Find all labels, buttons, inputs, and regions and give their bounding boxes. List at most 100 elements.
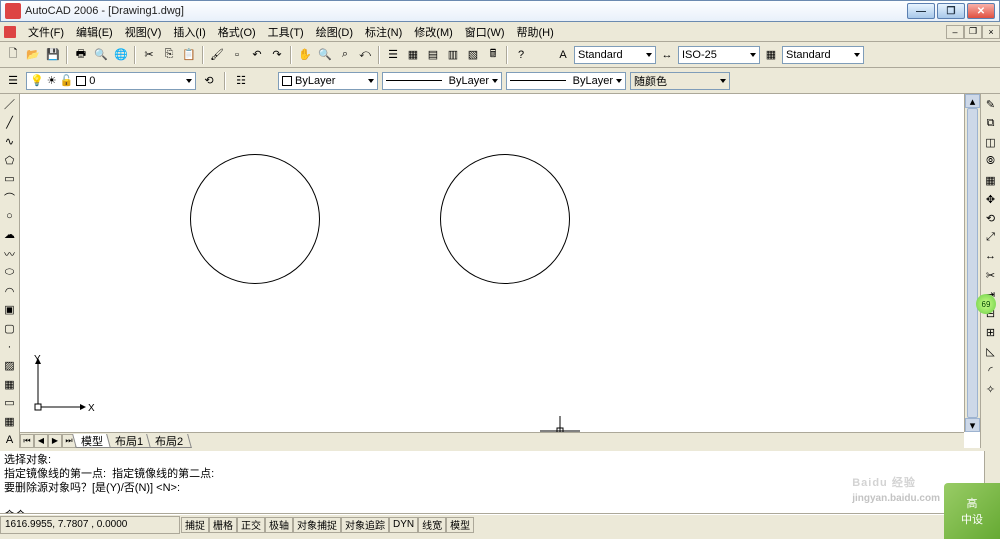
trim-icon[interactable]: ✂ bbox=[983, 267, 999, 283]
move-icon[interactable]: ✥ bbox=[983, 191, 999, 207]
copy-icon[interactable]: ⎘ bbox=[160, 46, 178, 64]
layer-prev-icon[interactable]: ⟲ bbox=[200, 72, 218, 90]
toggle-dyn[interactable]: DYN bbox=[389, 517, 418, 533]
array-icon[interactable]: ▦ bbox=[983, 172, 999, 188]
menu-view[interactable]: 视图(V) bbox=[119, 22, 168, 42]
explode-icon[interactable]: ✧ bbox=[983, 381, 999, 397]
scroll-thumb[interactable] bbox=[967, 108, 978, 418]
toggle-model[interactable]: 模型 bbox=[446, 517, 474, 533]
tab-prev-icon[interactable]: ◀ bbox=[34, 434, 48, 448]
scale-icon[interactable]: ⤢ bbox=[983, 229, 999, 245]
zoom-realtime-icon[interactable]: 🔍 bbox=[316, 46, 334, 64]
erase-icon[interactable]: ✎ bbox=[983, 96, 999, 112]
menu-tools[interactable]: 工具(T) bbox=[262, 22, 310, 42]
table-style-dropdown[interactable]: Standard bbox=[782, 46, 864, 64]
tool-palette-icon[interactable]: ▤ bbox=[424, 46, 442, 64]
tab-layout1[interactable]: 布局1 bbox=[106, 434, 152, 448]
rotate-icon[interactable]: ⟲ bbox=[983, 210, 999, 226]
plotstyle-dropdown[interactable]: 随颜色 bbox=[630, 72, 730, 90]
calc-icon[interactable]: 🖩 bbox=[484, 46, 502, 64]
rectangle-icon[interactable]: ▭ bbox=[2, 171, 18, 187]
print-icon[interactable]: 🖶 bbox=[72, 46, 90, 64]
toggle-ortho[interactable]: 正交 bbox=[237, 517, 265, 533]
preview-icon[interactable]: 🔍 bbox=[92, 46, 110, 64]
dim-style-icon[interactable]: ↔ bbox=[658, 46, 676, 64]
block-icon[interactable]: ▫ bbox=[228, 46, 246, 64]
make-block-icon[interactable]: ▢ bbox=[2, 321, 18, 337]
layer-dropdown[interactable]: 💡 ☀ 🔓 0 bbox=[26, 72, 196, 90]
help-icon[interactable]: ? bbox=[512, 46, 530, 64]
command-window[interactable]: 选择对象: 指定镜像线的第一点: 指定镜像线的第二点: 要删除源对象吗？[是(Y… bbox=[0, 448, 1000, 514]
markup-icon[interactable]: ▧ bbox=[464, 46, 482, 64]
menu-dimension[interactable]: 标注(N) bbox=[359, 22, 408, 42]
region-icon[interactable]: ▭ bbox=[2, 395, 18, 411]
new-icon[interactable]: 🗋 bbox=[4, 46, 22, 64]
scroll-down-icon[interactable]: ▾ bbox=[965, 418, 980, 432]
tab-first-icon[interactable]: ⏮ bbox=[20, 434, 34, 448]
redo-icon[interactable]: ↷ bbox=[268, 46, 286, 64]
open-icon[interactable]: 📂 bbox=[24, 46, 42, 64]
menu-insert[interactable]: 插入(I) bbox=[167, 22, 211, 42]
xline-icon[interactable]: ╱ bbox=[2, 115, 18, 131]
mdi-minimize[interactable]: – bbox=[946, 25, 964, 39]
design-center-icon[interactable]: ▦ bbox=[404, 46, 422, 64]
mdi-restore[interactable]: ❐ bbox=[964, 25, 982, 39]
layer-states-icon[interactable]: ☷ bbox=[232, 72, 250, 90]
lineweight-dropdown[interactable]: ByLayer bbox=[506, 72, 626, 90]
toggle-osnap[interactable]: 对象捕捉 bbox=[293, 517, 341, 533]
toggle-lwt[interactable]: 线宽 bbox=[418, 517, 446, 533]
insert-block-icon[interactable]: ▣ bbox=[2, 302, 18, 318]
ellipse-icon[interactable]: ⬭ bbox=[2, 265, 18, 281]
menu-help[interactable]: 帮助(H) bbox=[511, 22, 560, 42]
sheet-set-icon[interactable]: ▥ bbox=[444, 46, 462, 64]
arc-icon[interactable]: ⌒ bbox=[2, 190, 18, 206]
communication-center-icon[interactable]: 69 bbox=[976, 294, 996, 314]
save-icon[interactable]: 💾 bbox=[44, 46, 62, 64]
line-icon[interactable]: ／ bbox=[2, 96, 18, 112]
menu-window[interactable]: 窗口(W) bbox=[459, 22, 511, 42]
pan-icon[interactable]: ✋ bbox=[296, 46, 314, 64]
maximize-button[interactable]: ❐ bbox=[937, 3, 965, 19]
ellipse-arc-icon[interactable]: ◠ bbox=[2, 283, 18, 299]
table-style-icon[interactable]: ▦ bbox=[762, 46, 780, 64]
spline-icon[interactable]: 〰 bbox=[2, 246, 18, 262]
copy-obj-icon[interactable]: ⧉ bbox=[983, 115, 999, 131]
matchprop-icon[interactable]: 🖌 bbox=[208, 46, 226, 64]
properties-icon[interactable]: ☰ bbox=[384, 46, 402, 64]
paste-icon[interactable]: 📋 bbox=[180, 46, 198, 64]
circle-object-1[interactable] bbox=[190, 154, 320, 284]
publish-icon[interactable]: 🌐 bbox=[112, 46, 130, 64]
color-dropdown[interactable]: ByLayer bbox=[278, 72, 378, 90]
mirror-icon[interactable]: ◫ bbox=[983, 134, 999, 150]
tab-layout2[interactable]: 布局2 bbox=[146, 434, 192, 448]
toggle-grid[interactable]: 栅格 bbox=[209, 517, 237, 533]
horizontal-scrollbar[interactable] bbox=[196, 435, 964, 447]
join-icon[interactable]: ⊞ bbox=[983, 324, 999, 340]
offset-icon[interactable]: ⦾ bbox=[983, 153, 999, 169]
table-icon[interactable]: ▦ bbox=[2, 414, 18, 430]
command-text[interactable]: 选择对象: 指定镜像线的第一点: 指定镜像线的第二点: 要删除源对象吗？[是(Y… bbox=[0, 451, 984, 513]
toggle-polar[interactable]: 极轴 bbox=[265, 517, 293, 533]
toggle-otrack[interactable]: 对象追踪 bbox=[341, 517, 389, 533]
text-style-icon[interactable]: A bbox=[554, 46, 572, 64]
layer-manager-icon[interactable]: ☰ bbox=[4, 72, 22, 90]
hatch-icon[interactable]: ▨ bbox=[2, 358, 18, 374]
undo-icon[interactable]: ↶ bbox=[248, 46, 266, 64]
dim-style-dropdown[interactable]: ISO-25 bbox=[678, 46, 760, 64]
linetype-dropdown[interactable]: ByLayer bbox=[382, 72, 502, 90]
point-icon[interactable]: · bbox=[2, 339, 18, 355]
menu-edit[interactable]: 编辑(E) bbox=[70, 22, 119, 42]
minimize-button[interactable]: — bbox=[907, 3, 935, 19]
tab-next-icon[interactable]: ▶ bbox=[48, 434, 62, 448]
toggle-snap[interactable]: 捕捉 bbox=[181, 517, 209, 533]
close-button[interactable]: ✕ bbox=[967, 3, 995, 19]
menu-modify[interactable]: 修改(M) bbox=[408, 22, 459, 42]
mtext-icon[interactable]: A bbox=[2, 432, 18, 448]
zoom-window-icon[interactable]: ⌕ bbox=[336, 46, 354, 64]
menu-format[interactable]: 格式(O) bbox=[212, 22, 262, 42]
drawing-canvas[interactable]: X Y bbox=[20, 94, 964, 432]
scroll-up-icon[interactable]: ▴ bbox=[965, 94, 980, 108]
mdi-close[interactable]: × bbox=[982, 25, 1000, 39]
fillet-icon[interactable]: ◜ bbox=[983, 362, 999, 378]
polyline-icon[interactable]: ∿ bbox=[2, 134, 18, 150]
